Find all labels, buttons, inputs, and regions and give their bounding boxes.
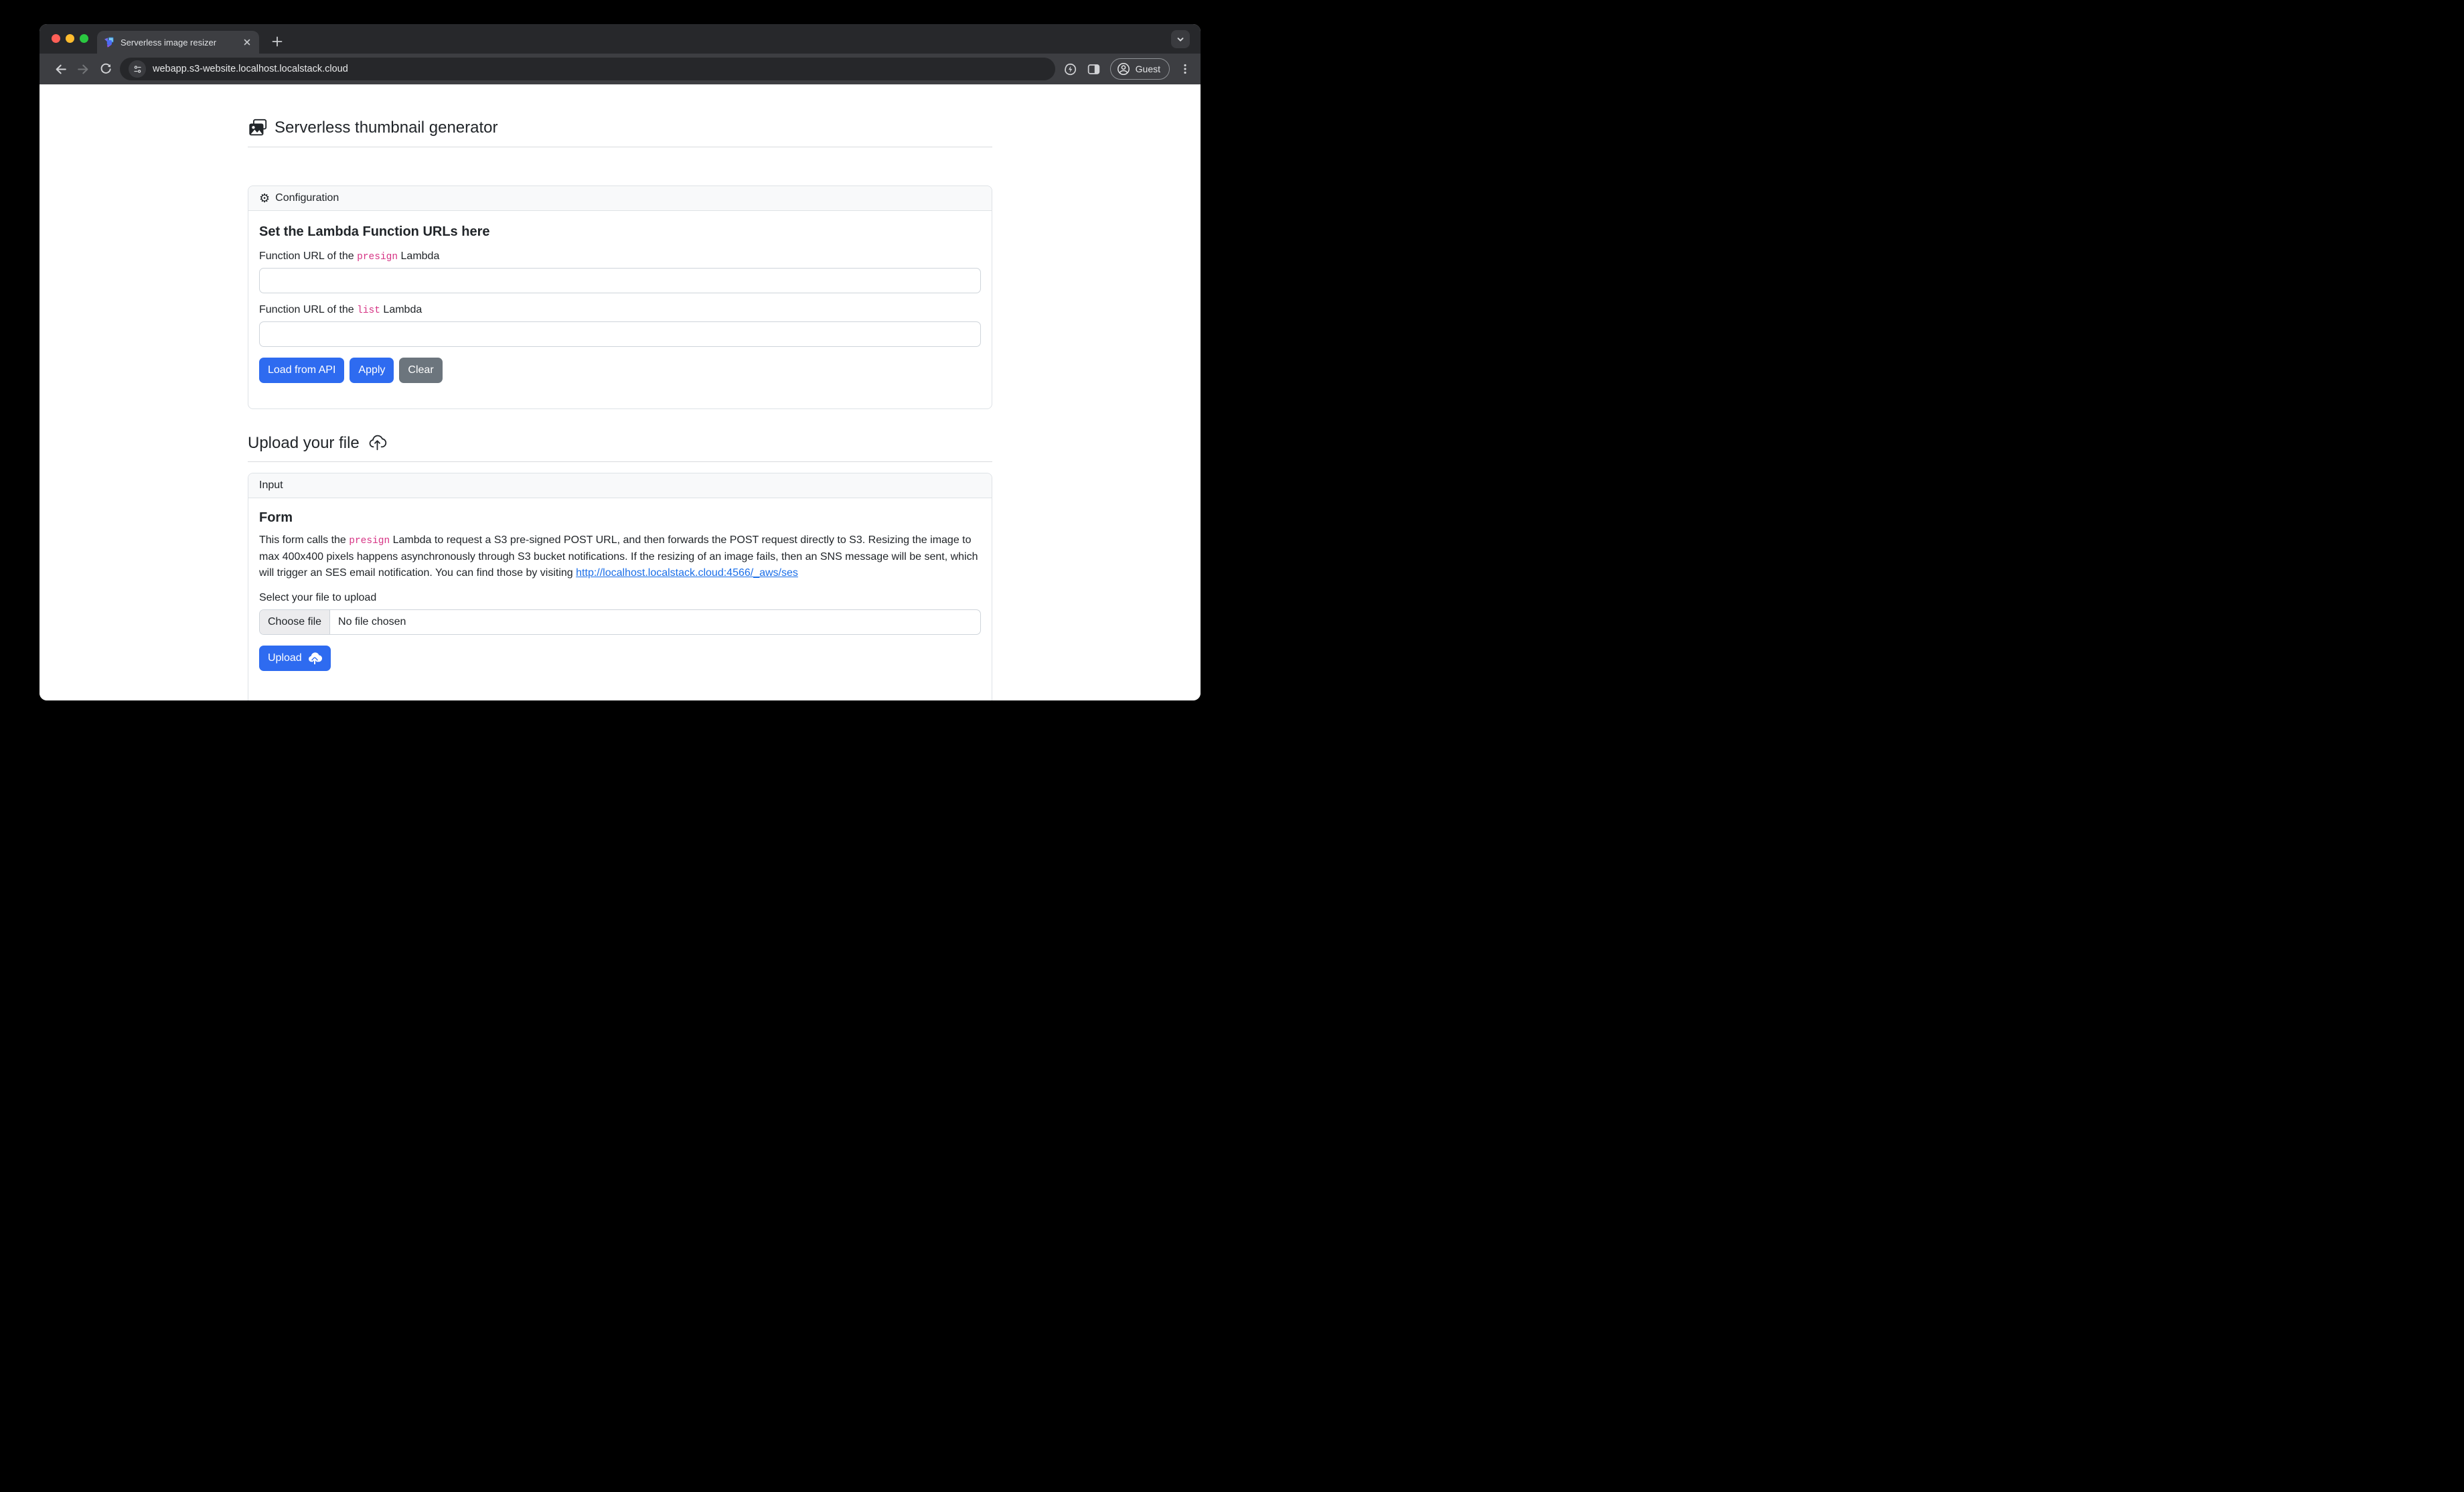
- file-select-label: Select your file to upload: [259, 592, 981, 604]
- tab-title: Serverless image resizer: [121, 38, 242, 48]
- list-url-label: Function URL of the list Lambda: [259, 304, 981, 316]
- address-bar[interactable]: webapp.s3-website.localhost.localstack.c…: [120, 58, 1055, 80]
- profile-label: Guest: [1136, 64, 1160, 74]
- guest-avatar-icon: [1116, 62, 1131, 76]
- ses-link[interactable]: http://localhost.localstack.cloud:4566/_…: [576, 567, 798, 579]
- url-text: webapp.s3-website.localhost.localstack.c…: [153, 64, 348, 74]
- profile-button[interactable]: Guest: [1110, 58, 1170, 80]
- tab-strip: Serverless image resizer: [40, 24, 1201, 54]
- list-url-input[interactable]: [259, 321, 981, 347]
- browser-tab[interactable]: Serverless image resizer: [97, 31, 259, 54]
- configuration-card-header: ⚙ Configuration: [248, 186, 992, 211]
- menu-kebab-icon[interactable]: [1179, 63, 1191, 75]
- browser-toolbar: webapp.s3-website.localhost.localstack.c…: [40, 54, 1201, 84]
- reload-icon[interactable]: [94, 58, 117, 80]
- forward-icon[interactable]: [72, 58, 94, 80]
- window-zoom-button[interactable]: [80, 34, 88, 43]
- input-card: Input Form This form calls the presign L…: [248, 473, 992, 700]
- divider: [248, 461, 992, 462]
- form-description: This form calls the presign Lambda to re…: [259, 532, 981, 581]
- side-panel-icon[interactable]: [1087, 62, 1101, 76]
- presign-url-label: Function URL of the presign Lambda: [259, 250, 981, 263]
- apply-button[interactable]: Apply: [350, 358, 394, 383]
- page-title: Serverless thumbnail generator: [248, 118, 992, 138]
- window-minimize-button[interactable]: [66, 34, 74, 43]
- site-settings-icon[interactable]: [129, 60, 146, 78]
- back-icon[interactable]: [49, 58, 72, 80]
- upload-section-heading: Upload your file: [248, 433, 992, 453]
- window-close-button[interactable]: [52, 34, 60, 43]
- tab-close-icon[interactable]: [242, 37, 252, 48]
- tab-search-chevron-icon[interactable]: [1171, 30, 1190, 48]
- gear-icon: ⚙: [259, 192, 270, 204]
- performance-leaf-icon[interactable]: [1063, 62, 1077, 76]
- upload-button[interactable]: Upload: [259, 646, 331, 671]
- load-from-api-button[interactable]: Load from API: [259, 358, 344, 383]
- images-icon: [248, 118, 268, 138]
- lambda-urls-heading: Set the Lambda Function URLs here: [259, 224, 981, 240]
- cloud-upload-icon: [368, 433, 387, 453]
- form-heading: Form: [259, 510, 981, 526]
- browser-window: Serverless image resizer: [40, 24, 1201, 700]
- cloud-upload-filled-icon: [307, 652, 322, 665]
- input-card-header: Input: [248, 473, 992, 498]
- file-input[interactable]: Choose file No file chosen: [259, 609, 981, 635]
- favicon-image-resizer: [104, 37, 114, 48]
- configuration-card: ⚙ Configuration Set the Lambda Function …: [248, 185, 992, 409]
- choose-file-button[interactable]: Choose file: [260, 610, 330, 634]
- presign-url-input[interactable]: [259, 268, 981, 293]
- window-controls: [52, 34, 88, 43]
- file-chosen-status: No file chosen: [330, 610, 414, 634]
- new-tab-icon[interactable]: [270, 34, 285, 49]
- clear-button[interactable]: Clear: [399, 358, 442, 383]
- web-page: Serverless thumbnail generator ⚙ Configu…: [40, 84, 1201, 700]
